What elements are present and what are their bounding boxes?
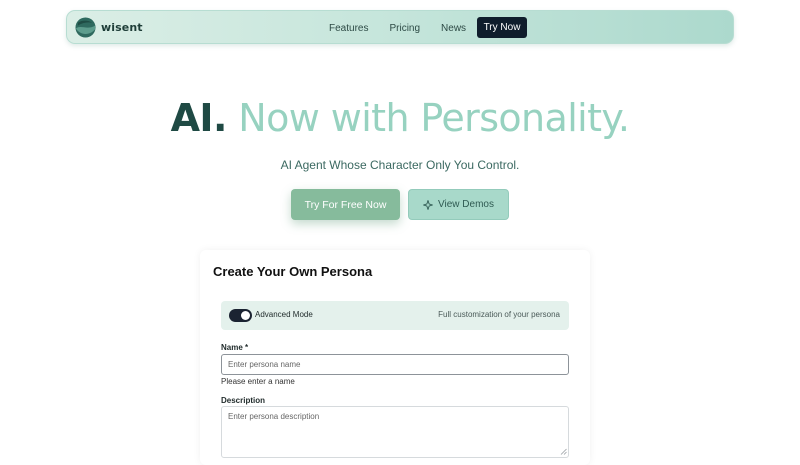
advanced-mode-description: Full customization of your persona [438,310,560,319]
persona-description-input[interactable] [221,406,569,458]
sparkle-icon [423,199,433,210]
top-navbar: wisent Features Pricing News Try Now [66,10,734,44]
hero-title-lead: AI. [170,96,228,140]
try-for-free-label: Try For Free Now [304,198,387,211]
persona-card-title: Create Your Own Persona [213,264,373,279]
hero-title-rest: Now with Personality. [238,96,630,140]
logo-icon [75,17,96,38]
brand-name: wisent [101,21,143,34]
toggle-knob [241,311,250,320]
try-now-button[interactable]: Try Now [477,17,527,38]
nav-links: Features Pricing News [329,11,487,45]
advanced-mode-toggle[interactable] [229,309,252,322]
resize-handle-icon[interactable] [560,448,567,455]
view-demos-label: View Demos [438,199,494,210]
name-label: Name * [221,343,249,352]
advanced-mode-bar: Advanced Mode Full customization of your… [221,301,569,330]
nav-link-features[interactable]: Features [329,23,368,34]
nav-link-pricing[interactable]: Pricing [389,23,420,34]
nav-link-news[interactable]: News [441,23,466,34]
advanced-mode-label: Advanced Mode [255,310,313,319]
description-label: Description [221,396,266,405]
name-error-message: Please enter a name [221,377,295,386]
brand[interactable]: wisent [75,17,143,38]
view-demos-button[interactable]: View Demos [408,189,509,220]
hero-subtitle: AI Agent Whose Character Only You Contro… [280,158,520,172]
persona-name-input[interactable] [221,354,569,375]
try-for-free-button[interactable]: Try For Free Now [291,189,400,220]
hero-title: AI. Now with Personality. [0,96,800,140]
